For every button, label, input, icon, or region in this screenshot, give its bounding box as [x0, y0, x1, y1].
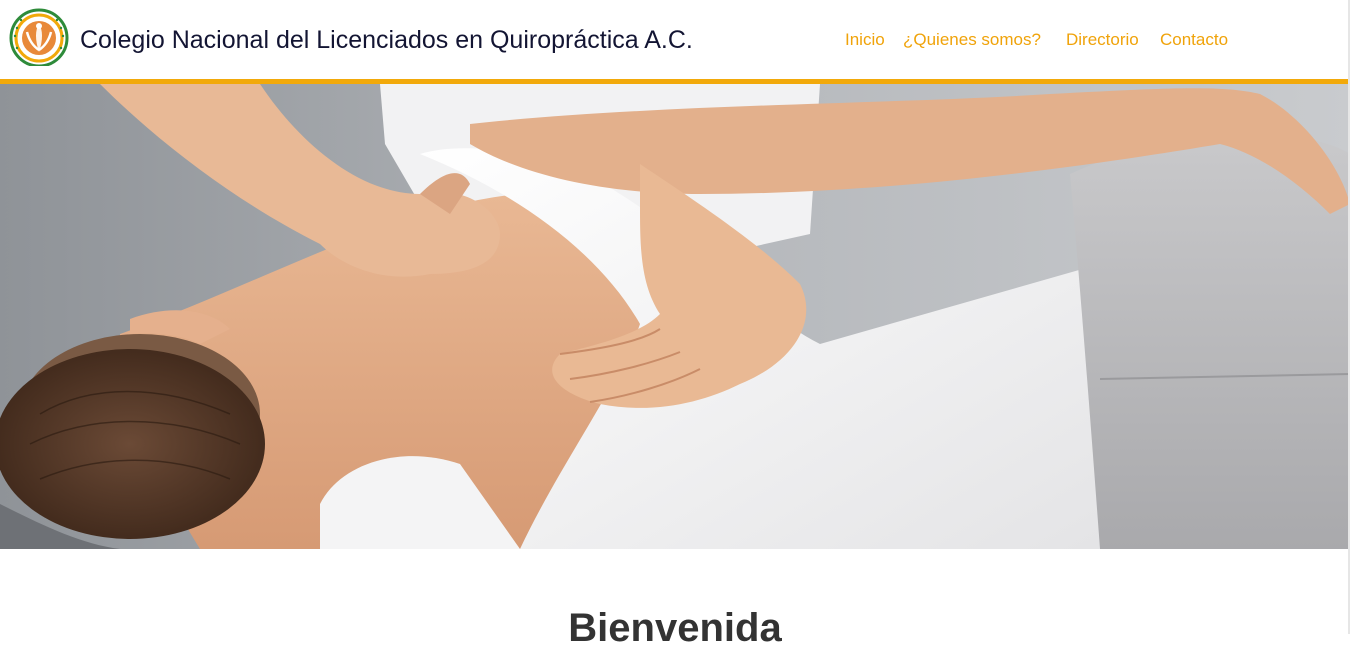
site-title[interactable]: Colegio Nacional del Licenciados en Quir…	[80, 26, 693, 54]
site-header: Colegio Nacional del Licenciados en Quir…	[0, 0, 1350, 79]
logo-icon[interactable]	[5, 6, 73, 68]
nav-link-quienes-somos[interactable]: ¿Quienes somos?	[903, 29, 1041, 51]
welcome-heading: Bienvenida	[568, 605, 782, 650]
nav-link-contacto[interactable]: Contacto	[1160, 29, 1228, 51]
nav-link-inicio[interactable]: Inicio	[845, 29, 885, 51]
nav-link-directorio[interactable]: Directorio	[1066, 29, 1139, 51]
hero-image	[0, 84, 1350, 549]
